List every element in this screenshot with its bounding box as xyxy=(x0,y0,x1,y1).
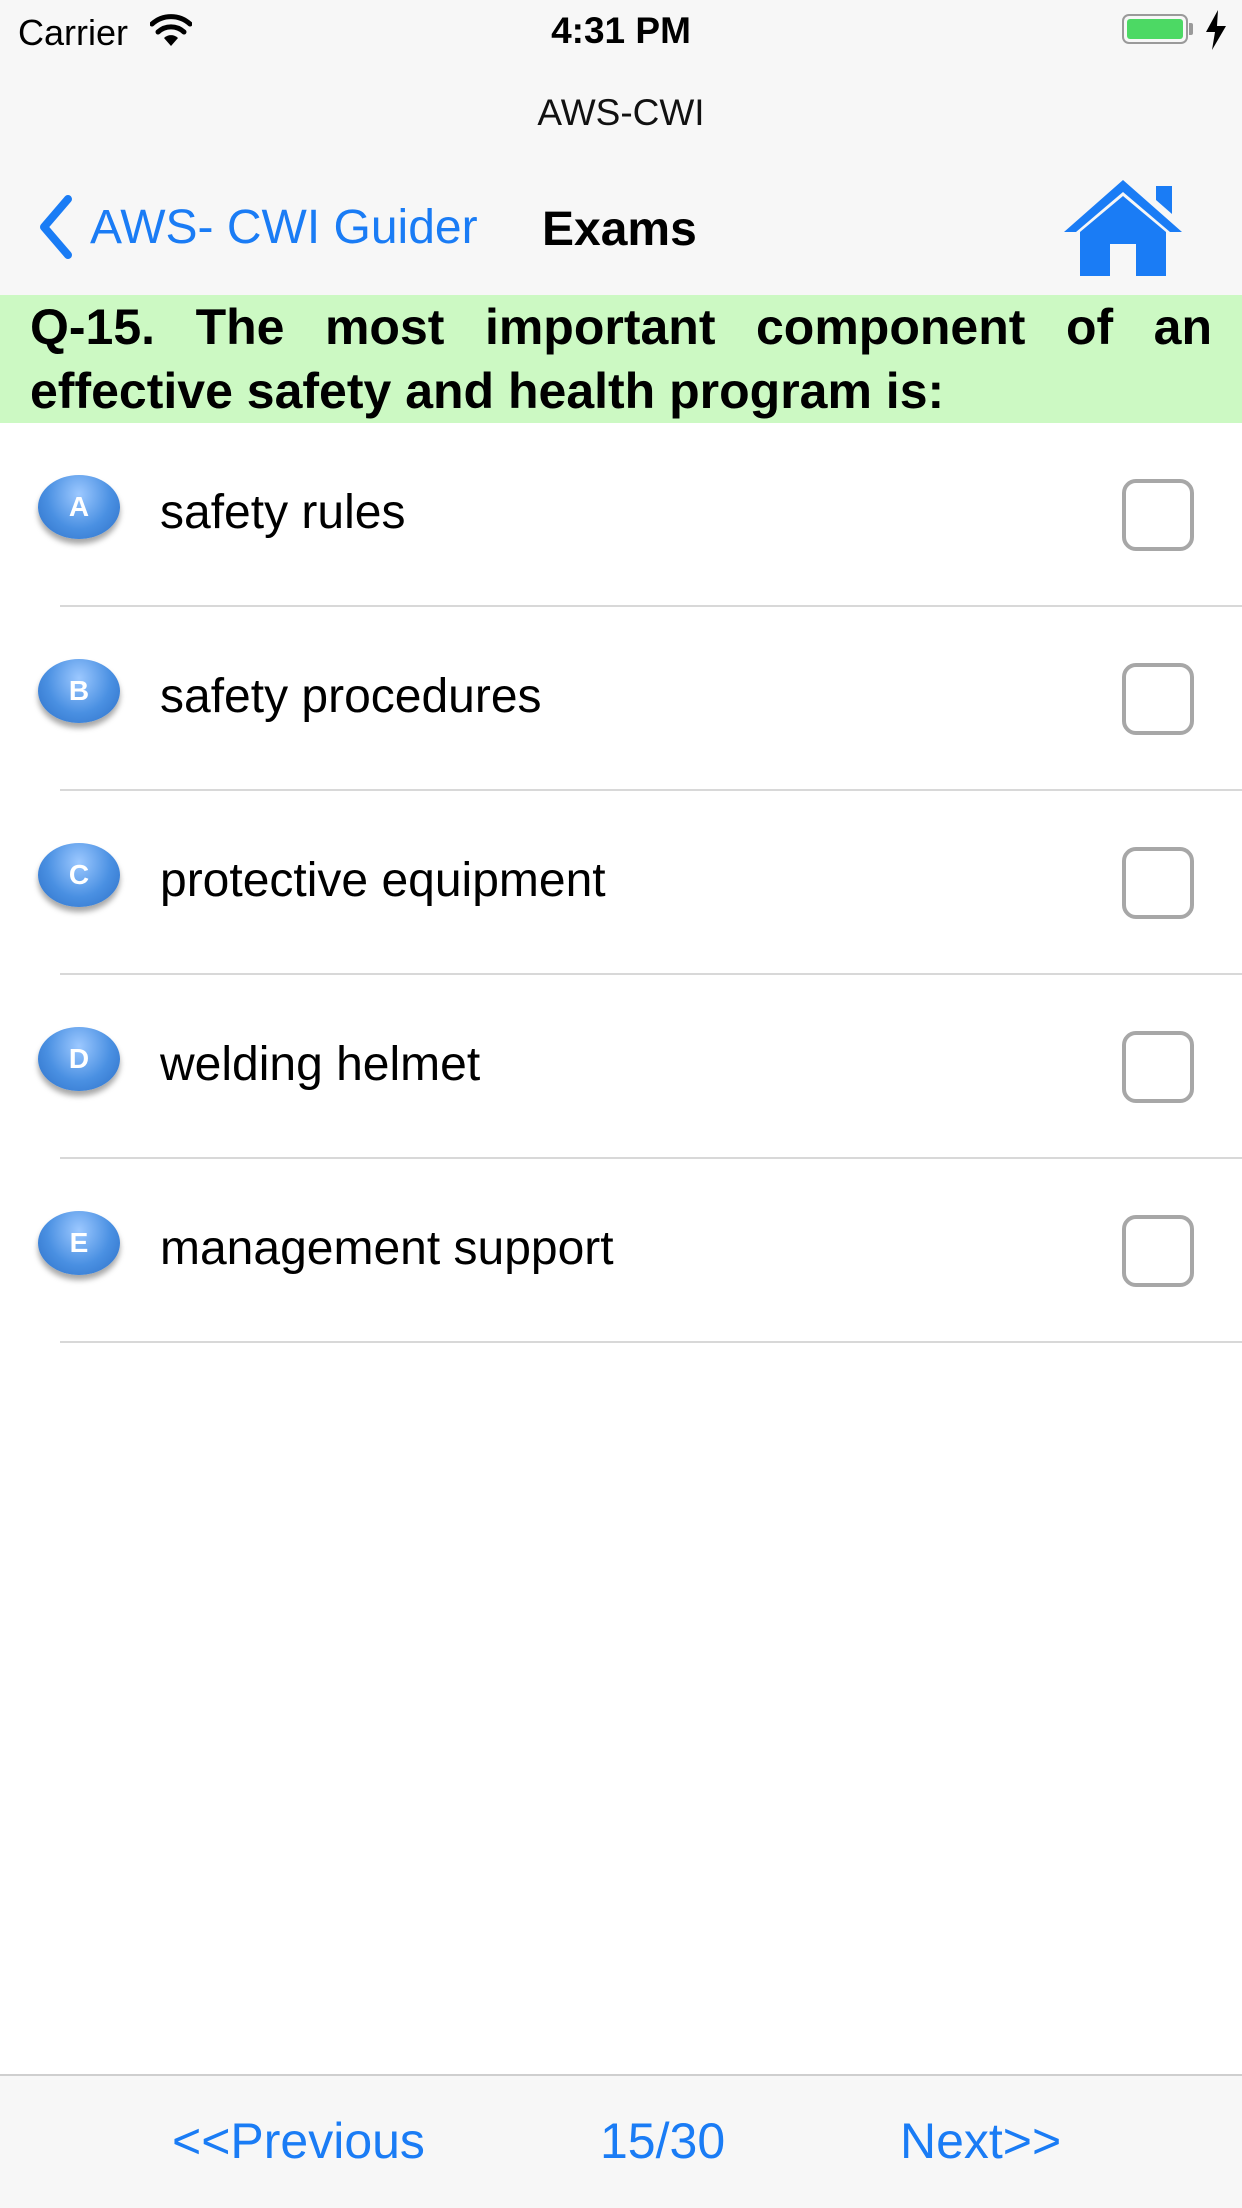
chevron-left-icon xyxy=(40,195,72,259)
app-title: AWS-CWI xyxy=(537,92,705,133)
option-b-checkbox[interactable] xyxy=(1122,663,1194,735)
page-counter: 15/30 xyxy=(600,2113,726,2169)
option-b[interactable]: B safety procedures xyxy=(0,607,1242,791)
option-d-checkbox[interactable] xyxy=(1122,1031,1194,1103)
option-b-text: safety procedures xyxy=(160,670,542,723)
battery-level xyxy=(1127,19,1183,39)
previous-button[interactable]: <<Previous xyxy=(172,2112,425,2170)
option-c-checkbox[interactable] xyxy=(1122,847,1194,919)
back-button[interactable]: AWS- CWI Guider xyxy=(36,192,478,262)
question-label: Q-15. The most important component of an… xyxy=(30,299,1212,419)
answer-options: A safety rules B safety procedures C pro… xyxy=(0,423,1242,1343)
next-button[interactable]: Next>> xyxy=(900,2112,1061,2170)
option-c[interactable]: C protective equipment xyxy=(0,791,1242,975)
option-a-text: safety rules xyxy=(160,486,406,539)
status-bar: Carrier 4:31 PM xyxy=(0,0,1242,62)
navigation-bar: AWS-CWI AWS- CWI Guider Exams xyxy=(0,62,1242,295)
option-a-badge: A xyxy=(38,475,120,539)
battery-icon xyxy=(1122,14,1188,44)
option-d-text: welding helmet xyxy=(160,1038,481,1091)
option-c-text: protective equipment xyxy=(160,854,606,907)
option-d-badge: D xyxy=(38,1027,120,1091)
option-a-checkbox[interactable] xyxy=(1122,479,1194,551)
bottom-toolbar: <<Previous 15/30 Next>> xyxy=(0,2074,1242,2208)
option-e-checkbox[interactable] xyxy=(1122,1215,1194,1287)
option-d[interactable]: D welding helmet xyxy=(0,975,1242,1159)
back-button-label: AWS- CWI Guider xyxy=(90,200,478,254)
charging-bolt-icon xyxy=(1206,10,1226,50)
option-b-badge: B xyxy=(38,659,120,723)
status-time: 4:31 PM xyxy=(551,10,691,51)
option-e-badge: E xyxy=(38,1211,120,1275)
option-e-text: management support xyxy=(160,1222,614,1275)
page-title: Exams xyxy=(542,203,697,256)
question-text: Q-15. The most important component of an… xyxy=(0,295,1242,423)
option-c-badge: C xyxy=(38,843,120,907)
option-a[interactable]: A safety rules xyxy=(0,423,1242,607)
home-icon[interactable] xyxy=(1060,176,1186,278)
option-e[interactable]: E management support xyxy=(0,1159,1242,1343)
battery-tip xyxy=(1189,23,1193,35)
divider xyxy=(60,1341,1242,1343)
